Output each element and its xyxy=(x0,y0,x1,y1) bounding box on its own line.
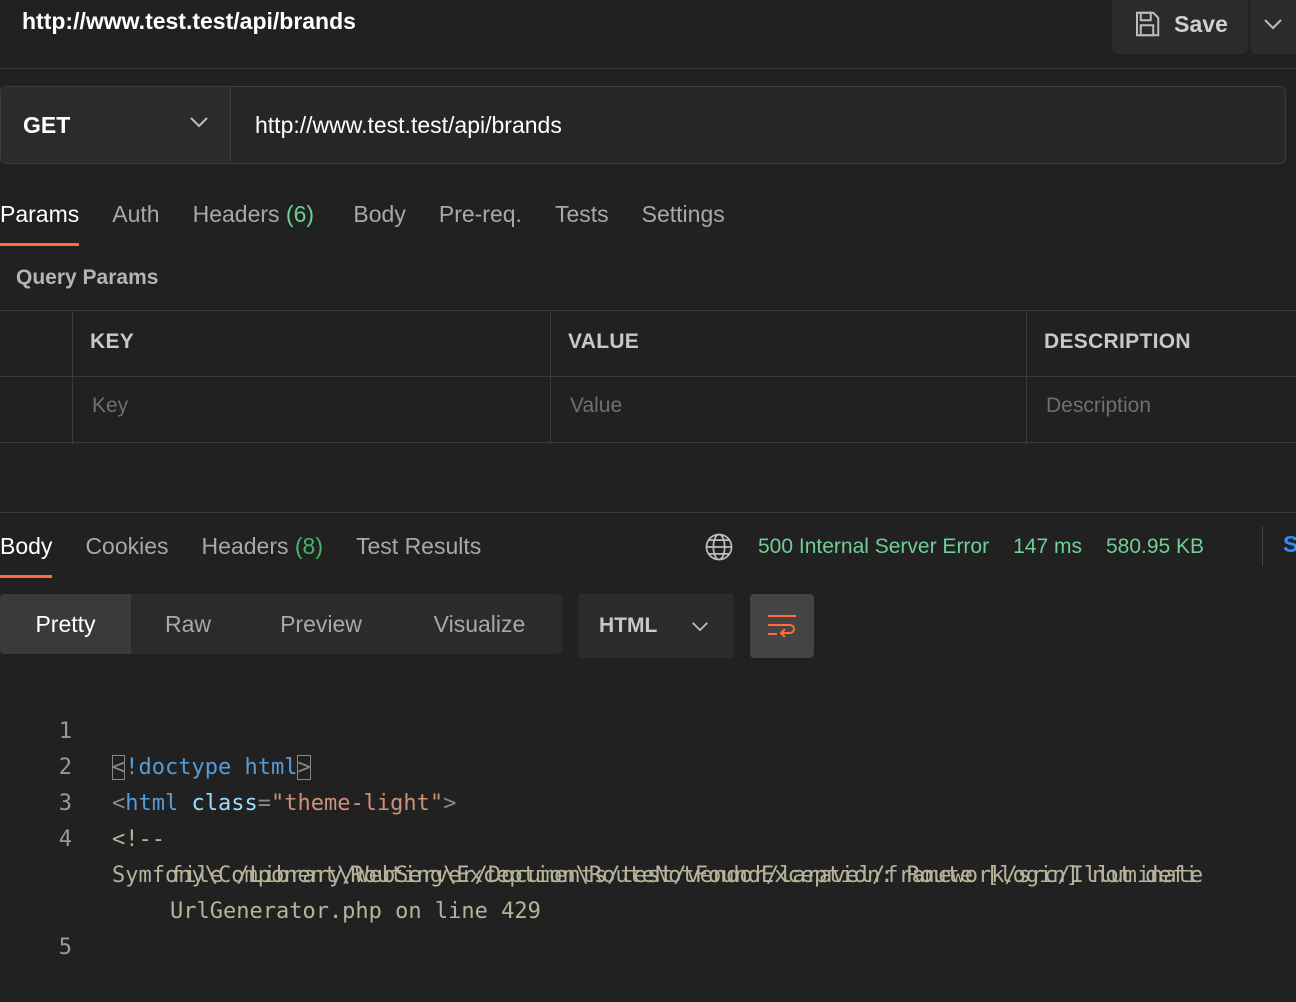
method-label: GET xyxy=(23,111,71,138)
method-select[interactable]: GET xyxy=(1,87,231,163)
code-line-wrapped: file /Library/WebServer/Documents/test/v… xyxy=(0,822,1296,888)
format-visualize[interactable]: Visualize xyxy=(397,594,562,654)
table-border xyxy=(550,310,551,444)
code-line: 5 xyxy=(0,894,1296,960)
table-border xyxy=(72,310,73,444)
column-header-key: KEY xyxy=(90,330,135,353)
tab-body[interactable]: Body xyxy=(353,196,405,246)
table-border xyxy=(1026,310,1027,444)
description-input[interactable]: Description xyxy=(1046,394,1151,418)
request-tabs: Params Auth Headers (6) Body Pre-req. Te… xyxy=(0,196,725,246)
tab-settings[interactable]: Settings xyxy=(642,196,725,246)
tab-params[interactable]: Params xyxy=(0,196,80,246)
code-line: 4 Symfony\Component\Routing\Exception\Ro… xyxy=(0,786,1296,888)
tab-auth[interactable]: Auth xyxy=(112,196,159,246)
chevron-down-icon xyxy=(1264,19,1282,30)
tab-test-results[interactable]: Test Results xyxy=(356,528,481,578)
table-border xyxy=(0,442,1296,443)
code-line-wrapped: UrlGenerator.php on line 429 xyxy=(0,858,1296,924)
tab-cookies[interactable]: Cookies xyxy=(85,528,168,578)
format-raw[interactable]: Raw xyxy=(131,594,245,654)
line-number: 5 xyxy=(58,935,72,960)
headers-count: (6) xyxy=(285,201,315,227)
format-preview[interactable]: Preview xyxy=(245,594,397,654)
key-input[interactable]: Key xyxy=(92,394,128,418)
tab-headers[interactable]: Headers (6) xyxy=(193,196,321,246)
status-code[interactable]: 500 Internal Server Error xyxy=(758,535,989,559)
response-body-code[interactable]: 1 <!doctype html> 2 <html class="theme-l… xyxy=(0,678,1296,960)
value-input[interactable]: Value xyxy=(570,394,622,418)
save-icon xyxy=(1136,11,1160,37)
language-label: HTML xyxy=(599,614,658,637)
format-pretty[interactable]: Pretty xyxy=(0,594,131,654)
code-line: 1 <!doctype html> xyxy=(0,678,1296,780)
chevron-down-icon xyxy=(692,621,709,631)
request-bar: GET xyxy=(0,86,1286,164)
response-size[interactable]: 580.95 KB xyxy=(1106,535,1204,559)
tab-response-headers[interactable]: Headers (8) xyxy=(202,528,323,578)
save-response-button[interactable]: S xyxy=(1283,531,1296,558)
column-header-description: DESCRIPTION xyxy=(1044,330,1191,353)
url-input[interactable] xyxy=(233,87,1283,163)
response-divider[interactable] xyxy=(0,512,1296,513)
tab-pre-request[interactable]: Pre-req. xyxy=(439,196,522,246)
table-border xyxy=(0,310,1296,311)
wrap-lines-button[interactable] xyxy=(750,594,814,658)
response-meta: 500 Internal Server Error 147 ms 580.95 … xyxy=(704,530,1204,564)
request-title[interactable]: http://www.test.test/api/brands xyxy=(22,8,356,35)
save-options-button[interactable] xyxy=(1250,0,1296,54)
header-divider xyxy=(0,68,1296,69)
code-line: 2 <html class="theme-light"> xyxy=(0,714,1296,816)
response-time[interactable]: 147 ms xyxy=(1013,535,1082,559)
globe-icon[interactable] xyxy=(704,532,734,562)
response-tabs: Body Cookies Headers (8) Test Results xyxy=(0,528,481,578)
save-label: Save xyxy=(1174,10,1228,37)
code-line: 3 <!-- xyxy=(0,750,1296,852)
language-select[interactable]: HTML xyxy=(578,594,734,658)
query-params-label: Query Params xyxy=(16,266,159,289)
divider xyxy=(1262,526,1263,566)
tab-tests[interactable]: Tests xyxy=(555,196,609,246)
column-header-value: VALUE xyxy=(568,330,640,353)
wrap-lines-icon xyxy=(768,615,796,638)
chevron-down-icon xyxy=(190,117,208,128)
tab-response-body[interactable]: Body xyxy=(0,528,53,578)
save-button[interactable]: Save xyxy=(1112,0,1248,54)
response-headers-count: (8) xyxy=(294,533,323,559)
table-border xyxy=(0,376,1296,377)
params-table: KEY VALUE DESCRIPTION Key Value Descript… xyxy=(0,310,1296,444)
format-tabs: Pretty Raw Preview Visualize xyxy=(0,594,562,654)
